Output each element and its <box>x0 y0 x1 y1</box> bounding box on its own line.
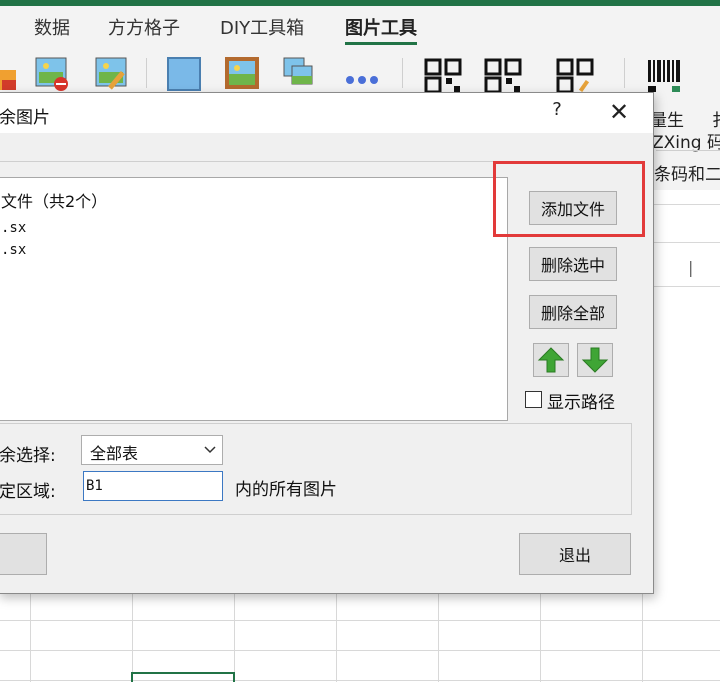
tab-diy-toolbox[interactable]: DIY工具箱 <box>220 14 304 40</box>
exit-button[interactable]: 退出 <box>519 533 631 575</box>
move-down-button[interactable] <box>577 343 613 377</box>
tab-picture-tools[interactable]: 图片工具 <box>345 14 417 40</box>
highlight-box <box>493 161 645 237</box>
tab-ffcell[interactable]: 方方格子 <box>108 14 180 40</box>
ribbon-group-divider <box>656 150 720 151</box>
barcode-icon[interactable] <box>646 58 686 94</box>
range-input[interactable] <box>83 471 223 501</box>
tab-data[interactable]: 数据 <box>34 14 70 40</box>
file-list-header: 文件（共2个） <box>1 192 108 211</box>
ribbon-separator <box>624 58 625 88</box>
picture-delete-icon[interactable] <box>34 56 70 92</box>
close-button[interactable]: ✕ <box>603 97 635 129</box>
range-suffix-label: 内的所有图片 <box>235 480 337 500</box>
arrow-up-icon <box>537 347 565 373</box>
file-list[interactable]: 文件（共2个） .sx .sx <box>0 177 508 421</box>
sheet-area-bottom[interactable] <box>0 594 720 682</box>
show-path-checkbox[interactable] <box>525 391 542 408</box>
ribbon-separator <box>146 58 147 88</box>
file-group-border <box>0 161 503 162</box>
dialog-titlebar: 余图片 ? ✕ <box>0 93 653 133</box>
more-options-icon[interactable] <box>344 56 380 92</box>
show-path-label: 显示路径 <box>547 393 615 413</box>
picture-edit-icon[interactable] <box>94 56 130 92</box>
selected-cell[interactable] <box>131 672 235 682</box>
dialog-title: 余图片 <box>0 108 50 128</box>
chevron-down-icon <box>204 446 216 454</box>
qr-code-batch-icon[interactable] <box>484 58 524 94</box>
cursor-mark: | <box>688 258 694 277</box>
file-list-item[interactable]: .sx <box>1 242 26 258</box>
file-list-item[interactable]: .sx <box>1 220 26 236</box>
sheet-select[interactable]: 全部表 <box>81 435 223 465</box>
sheet-area-right: | <box>654 190 720 594</box>
arrow-down-icon <box>581 347 609 373</box>
framed-picture-icon[interactable] <box>224 56 260 92</box>
multiple-pictures-icon[interactable] <box>282 56 318 92</box>
qr-code-edit-icon[interactable] <box>556 58 596 94</box>
sheet-select-label: 余选择: <box>0 446 56 466</box>
ribbon-separator <box>402 58 403 88</box>
move-up-button[interactable] <box>533 343 569 377</box>
active-tab-underline <box>345 42 417 45</box>
blank-picture-icon[interactable] <box>166 56 202 92</box>
delete-all-button[interactable]: 删除全部 <box>529 295 617 329</box>
qr-code-icon[interactable] <box>424 58 464 94</box>
help-button[interactable]: ? <box>545 99 569 127</box>
range-label: 定区域: <box>0 482 56 502</box>
ribbon-tab-bar: 数据 方方格子 DIY工具箱 图片工具 <box>0 6 720 46</box>
sheet-select-value: 全部表 <box>90 444 139 463</box>
picture-stack-icon[interactable] <box>0 56 36 92</box>
ribbon-group-label-barcode: 条码和二 <box>654 165 720 185</box>
delete-pictures-dialog: 余图片 ? ✕ 文件（共2个） .sx .sx 添加文件 删除选中 删除全部 显… <box>0 92 654 594</box>
delete-selected-button[interactable]: 删除选中 <box>529 247 617 281</box>
confirm-button[interactable] <box>0 533 47 575</box>
